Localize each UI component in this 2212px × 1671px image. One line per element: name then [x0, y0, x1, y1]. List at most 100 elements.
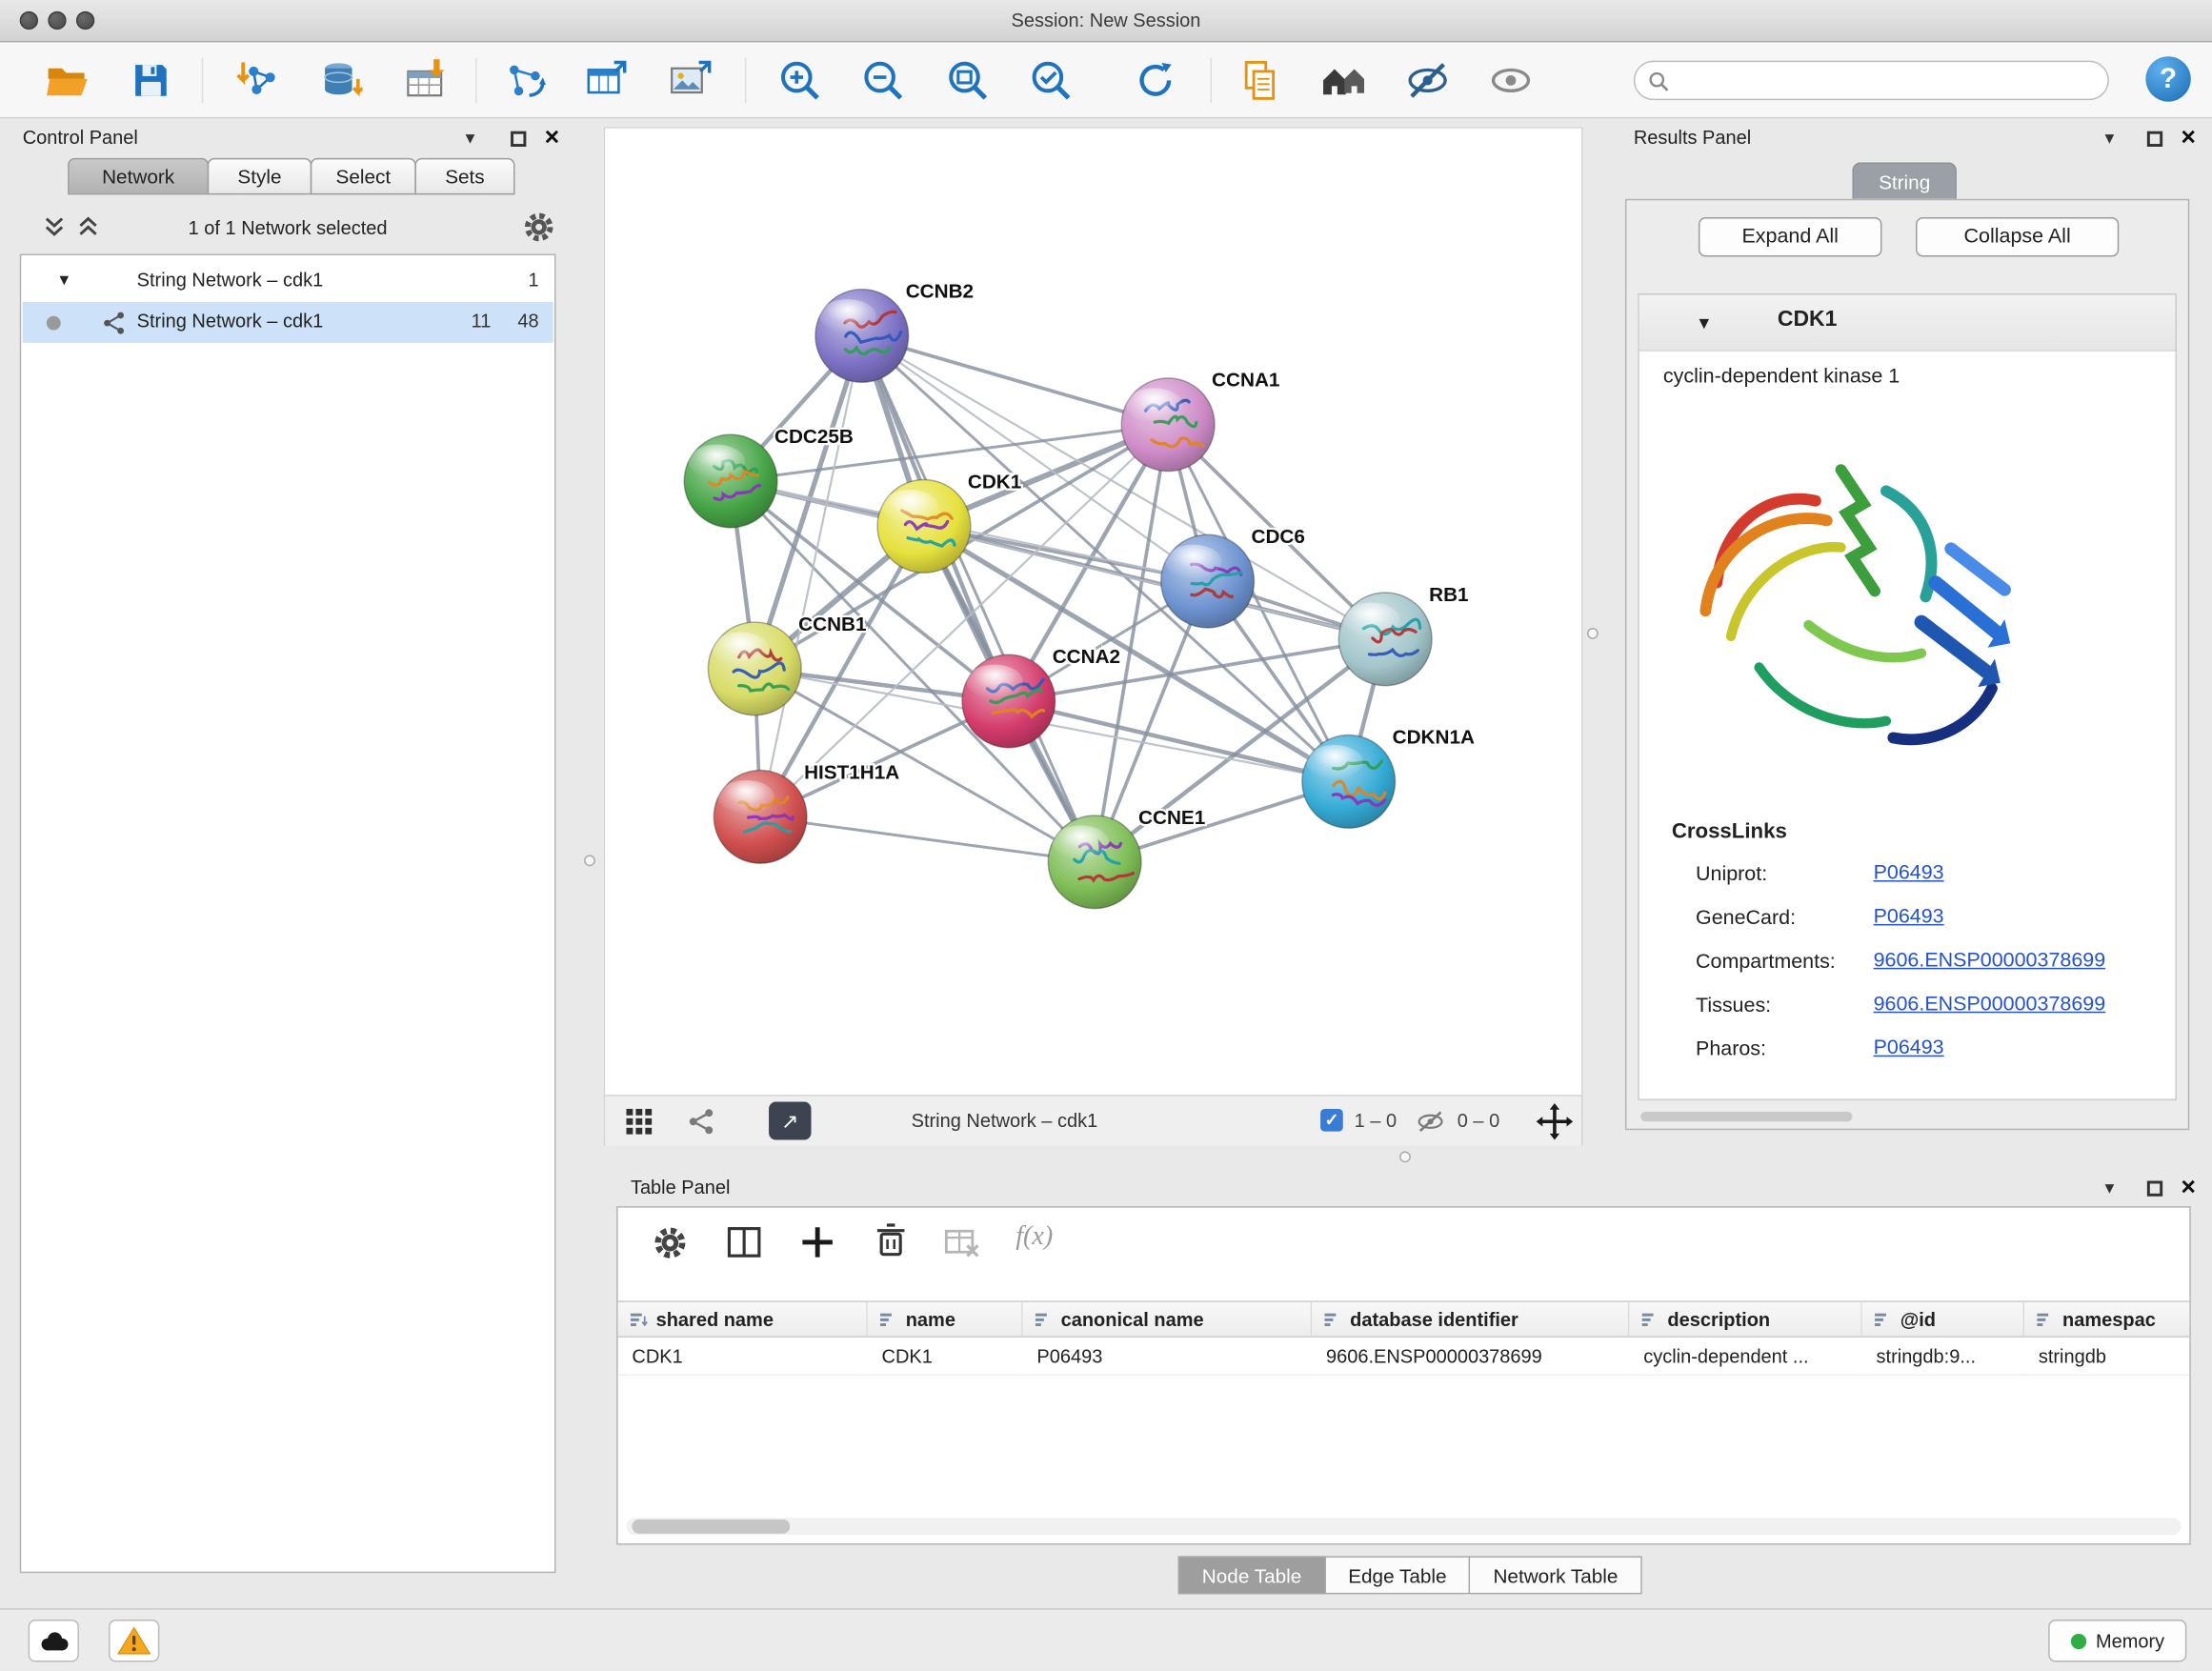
tab-string[interactable]: String — [1852, 162, 1957, 199]
selected-nodes-checkbox[interactable]: ✓ — [1320, 1109, 1343, 1132]
expand-all-button[interactable]: Expand All — [1699, 217, 1882, 256]
uniprot-link[interactable]: P06493 — [1874, 862, 1944, 885]
window-title: Session: New Session — [0, 10, 2212, 30]
pharos-link[interactable]: P06493 — [1874, 1037, 1944, 1059]
tree-expand-icon[interactable]: ▼ — [56, 272, 71, 290]
tab-network[interactable]: Network — [68, 158, 209, 195]
results-panel-close-icon[interactable]: × — [2181, 123, 2196, 152]
home-button[interactable] — [1314, 50, 1376, 111]
network-canvas[interactable]: CCNB2CCNA1CDC25BCDK1CDC6RB1CCNB1CCNA2CDK… — [605, 129, 1581, 1095]
zoom-selected-button[interactable] — [1020, 50, 1082, 111]
search-input[interactable] — [1675, 64, 2098, 98]
network-node-HIST1H1A[interactable]: HIST1H1A — [714, 761, 899, 863]
network-node-CCNA2[interactable]: CCNA2 — [962, 646, 1120, 748]
gene-section-header[interactable]: ▼ CDK1 — [1639, 294, 2176, 351]
tab-style[interactable]: Style — [208, 158, 312, 195]
column-header[interactable]: shared name — [618, 1300, 868, 1338]
zoom-out-button[interactable] — [852, 50, 914, 111]
import-table-button[interactable] — [393, 50, 455, 111]
tab-edge-table[interactable]: Edge Table — [1324, 1556, 1471, 1594]
table-hscrollbar-thumb[interactable] — [632, 1520, 790, 1534]
crosslink-row: Pharos: P06493 — [1696, 1037, 1766, 1062]
node-label: CCNB1 — [798, 614, 866, 635]
bottom-splitter-handle[interactable] — [1399, 1151, 1411, 1162]
control-panel-close-icon[interactable]: × — [545, 123, 560, 152]
cloud-status-button[interactable] — [29, 1620, 79, 1661]
network-edge[interactable] — [760, 335, 862, 816]
network-share-icon[interactable] — [687, 1107, 715, 1136]
search-icon — [1648, 70, 1671, 93]
pan-crosshair-icon[interactable] — [1537, 1103, 1574, 1140]
tab-network-table[interactable]: Network Table — [1469, 1556, 1641, 1594]
compartments-link[interactable]: 9606.ENSP00000378699 — [1874, 950, 2106, 973]
control-panel-float-icon[interactable]: ▾ — [466, 127, 475, 150]
tab-node-table[interactable]: Node Table — [1178, 1556, 1326, 1594]
column-header[interactable]: namespac — [2024, 1300, 2189, 1338]
help-button[interactable]: ? — [2145, 56, 2190, 101]
gene-description: cyclin-dependent kinase 1 — [1663, 366, 1900, 389]
open-in-window-button[interactable]: ↗ — [769, 1102, 811, 1140]
network-node-CDK1[interactable]: CDK1 — [877, 471, 1021, 573]
network-node-RB1[interactable]: RB1 — [1338, 584, 1468, 686]
zoom-fit-button[interactable] — [936, 50, 998, 111]
column-header[interactable]: database identifier — [1312, 1300, 1629, 1338]
results-panel: Results Panel ▾ × String Expand All Coll… — [1616, 118, 2212, 1142]
control-panel-maximize-icon[interactable] — [511, 131, 526, 147]
column-header[interactable]: canonical name — [1023, 1300, 1313, 1338]
section-collapse-icon[interactable]: ▼ — [1696, 313, 1713, 333]
apply-preferred-layout-button[interactable] — [1124, 50, 1186, 111]
network-node-CCNB1[interactable]: CCNB1 — [708, 614, 866, 715]
tab-select[interactable]: Select — [311, 158, 416, 195]
show-columns-icon[interactable] — [725, 1223, 763, 1261]
network-node-CDKN1A[interactable]: CDKN1A — [1302, 726, 1475, 828]
results-panel-float-icon[interactable]: ▾ — [2104, 127, 2114, 150]
duplicate-network-button[interactable] — [1229, 50, 1291, 111]
gear-icon[interactable] — [522, 211, 556, 245]
import-network-file-button[interactable] — [227, 50, 289, 111]
network-node-CCNB2[interactable]: CCNB2 — [815, 280, 974, 382]
network-edge[interactable] — [760, 816, 1095, 861]
new-network-from-selection-button[interactable] — [493, 50, 555, 111]
network-node-CCNA1[interactable]: CCNA1 — [1121, 370, 1279, 472]
export-image-button[interactable] — [659, 50, 721, 111]
network-collection-row[interactable]: ▼ String Network – cdk1 1 — [23, 261, 553, 302]
eye-slash-icon — [1403, 56, 1451, 104]
crosslink-row: Tissues: 9606.ENSP00000378699 — [1696, 994, 1771, 1019]
table-panel-maximize-icon[interactable] — [2147, 1180, 2162, 1196]
tissues-link[interactable]: 9606.ENSP00000378699 — [1874, 994, 2106, 1017]
column-header[interactable]: description — [1629, 1300, 1861, 1338]
collapse-all-button[interactable]: Collapse All — [1916, 217, 2119, 256]
network-edge[interactable] — [862, 335, 1168, 424]
network-edge[interactable] — [1009, 701, 1349, 781]
warnings-button[interactable] — [109, 1620, 159, 1661]
delete-column-trash-icon[interactable] — [872, 1221, 910, 1259]
genecard-link[interactable]: P06493 — [1874, 906, 1944, 929]
table-hscrollbar-track[interactable] — [627, 1518, 2182, 1535]
memory-button[interactable]: Memory — [2048, 1620, 2186, 1661]
open-session-button[interactable] — [35, 50, 97, 111]
network-row-selected[interactable]: String Network – cdk1 11 48 — [23, 302, 553, 343]
new-table-button[interactable] — [575, 50, 637, 111]
left-splitter-handle[interactable] — [584, 855, 595, 866]
table-panel-float-icon[interactable]: ▾ — [2104, 1177, 2114, 1199]
table-settings-gear-icon[interactable] — [652, 1224, 689, 1261]
column-header[interactable]: @id — [1862, 1300, 2024, 1338]
tab-sets[interactable]: Sets — [414, 158, 514, 195]
right-splitter-handle[interactable] — [1587, 628, 1599, 639]
import-network-database-button[interactable] — [309, 50, 371, 111]
table-tabs: Node Table Edge Table Network Table — [607, 1556, 2212, 1594]
hide-selected-button[interactable] — [1397, 50, 1458, 111]
results-panel-maximize-icon[interactable] — [2147, 131, 2162, 147]
add-column-plus-icon[interactable] — [798, 1223, 836, 1261]
show-all-button[interactable] — [1479, 50, 1541, 111]
column-header[interactable]: name — [868, 1300, 1023, 1338]
network-node-CCNE1[interactable]: CCNE1 — [1048, 807, 1205, 909]
hidden-eye-slash-icon[interactable] — [1415, 1109, 1446, 1135]
save-session-button[interactable] — [120, 50, 182, 111]
table-arrow-icon — [584, 58, 629, 103]
birdseye-grid-icon[interactable] — [625, 1107, 654, 1136]
results-hscrollbar-thumb[interactable] — [1640, 1112, 1852, 1121]
zoom-in-button[interactable] — [769, 50, 831, 111]
table-row[interactable]: CDK1 CDK1 P06493 9606.ENSP00000378699 cy… — [618, 1339, 2190, 1376]
table-panel-close-icon[interactable]: × — [2181, 1173, 2196, 1202]
